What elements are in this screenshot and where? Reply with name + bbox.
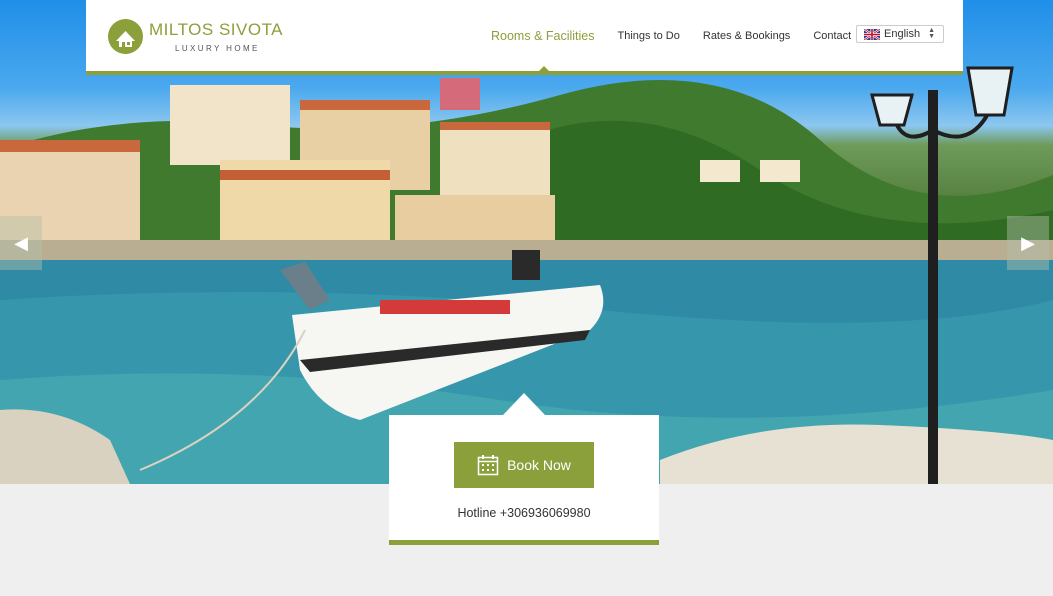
nav-rooms-facilities[interactable]: Rooms & Facilities [491,29,595,43]
logo-subtitle: LUXURY HOME [175,43,260,53]
calendar-icon [477,455,499,476]
chevron-right-icon: ▶ [1021,232,1035,253]
language-label: English [884,28,921,40]
slider-next-button[interactable]: ▶ [1007,216,1049,270]
house-logo-icon [108,19,143,54]
book-now-button[interactable]: Book Now [454,442,594,488]
logo-title: MILTOS SIVOTA [149,19,284,39]
slider-prev-button[interactable]: ◀ [0,216,42,270]
language-select[interactable]: English ▲ ▼ [856,25,944,43]
nav-rates-bookings[interactable]: Rates & Bookings [703,30,790,43]
select-arrows-icon: ▲ ▼ [928,27,935,40]
hotline-text: Hotline +306936069980 [457,506,591,520]
booking-card-notch [503,393,545,415]
active-nav-indicator [538,66,550,72]
uk-flag-icon [864,28,880,40]
site-header: MILTOS SIVOTA LUXURY HOME Rooms & Facili… [86,0,963,75]
chevron-left-icon: ◀ [14,232,28,253]
site-logo[interactable]: MILTOS SIVOTA LUXURY HOME [108,19,283,54]
nav-contact[interactable]: Contact [813,30,851,43]
main-nav: Rooms & Facilities Things to Do Rates & … [491,29,851,43]
nav-things-to-do[interactable]: Things to Do [618,30,680,43]
booking-card: Book Now Hotline +306936069980 [389,415,659,545]
book-now-label: Book Now [507,457,571,473]
